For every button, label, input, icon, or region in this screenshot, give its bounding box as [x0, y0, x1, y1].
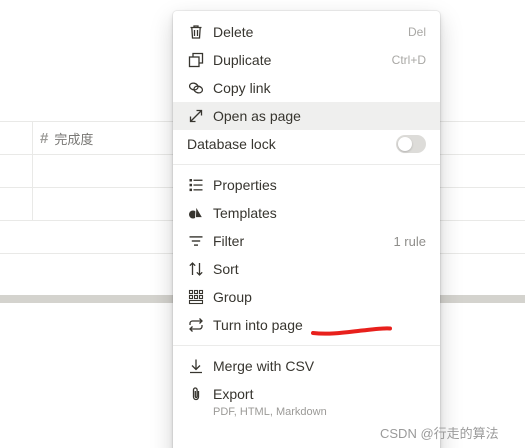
list-icon [187, 176, 205, 194]
download-arrow-icon [187, 357, 205, 375]
shapes-icon [187, 204, 205, 222]
column-divider [32, 121, 33, 220]
menu-item-duplicate[interactable]: Duplicate Ctrl+D [173, 46, 440, 74]
menu-item-label: Copy link [213, 80, 271, 96]
menu-item-label: Export [213, 386, 254, 402]
menu-item-label: Filter [213, 233, 245, 249]
menu-separator [173, 164, 440, 165]
menu-item-open-as-page[interactable]: Open as page [173, 102, 440, 130]
filter-rule-count: 1 rule [393, 233, 426, 249]
menu-item-merge-with-csv[interactable]: Merge with CSV [173, 352, 440, 380]
menu-separator [173, 345, 440, 346]
trash-icon [187, 23, 205, 41]
export-formats-hint: PDF, HTML, Markdown [213, 406, 327, 418]
duplicate-icon [187, 51, 205, 69]
menu-item-properties[interactable]: Properties [173, 171, 440, 199]
arrow-right-icon [187, 442, 205, 448]
menu-item-label: Templates [213, 205, 277, 221]
database-options-menu: Delete Del Duplicate Ctrl+D Copy link Op… [173, 11, 440, 448]
menu-item-label: Group [213, 289, 252, 305]
toggle-knob [398, 137, 412, 151]
menu-item-delete[interactable]: Delete Del [173, 18, 440, 46]
menu-item-label: Open as page [213, 108, 301, 124]
shortcut-hint: Ctrl+D [391, 53, 426, 67]
menu-item-copy-link[interactable]: Copy link [173, 74, 440, 102]
menu-item-sort[interactable]: Sort [173, 255, 440, 283]
menu-item-group[interactable]: Group [173, 283, 440, 311]
menu-item-label: Merge with CSV [213, 358, 315, 374]
menu-item-label: Database lock [187, 136, 276, 152]
expand-arrow-icon [187, 107, 205, 125]
paperclip-icon [187, 385, 205, 403]
menu-item-label: Properties [213, 177, 277, 193]
menu-item-export[interactable]: Export [173, 380, 440, 408]
database-lock-toggle[interactable] [396, 135, 426, 153]
link-icon [187, 79, 205, 97]
menu-item-database-lock[interactable]: Database lock [173, 130, 440, 158]
column-header-progress[interactable]: # 完成度 [40, 129, 93, 147]
sort-arrows-icon [187, 260, 205, 278]
menu-item-templates[interactable]: Templates [173, 199, 440, 227]
grid-icon [187, 288, 205, 306]
number-property-icon: # [40, 129, 49, 147]
filter-icon [187, 232, 205, 250]
column-header-label: 完成度 [54, 131, 94, 147]
cycle-arrows-icon [187, 316, 205, 334]
shortcut-hint: Del [407, 25, 426, 39]
red-underline-annotation [311, 326, 392, 336]
menu-item-label: Sort [213, 261, 239, 277]
watermark: CSDN @行走的算法 [380, 426, 499, 441]
menu-item-filter[interactable]: Filter 1 rule [173, 227, 440, 255]
menu-item-label: Delete [213, 24, 254, 40]
menu-item-label: Duplicate [213, 52, 272, 68]
menu-item-turn-into-page[interactable]: Turn into page [173, 311, 440, 339]
